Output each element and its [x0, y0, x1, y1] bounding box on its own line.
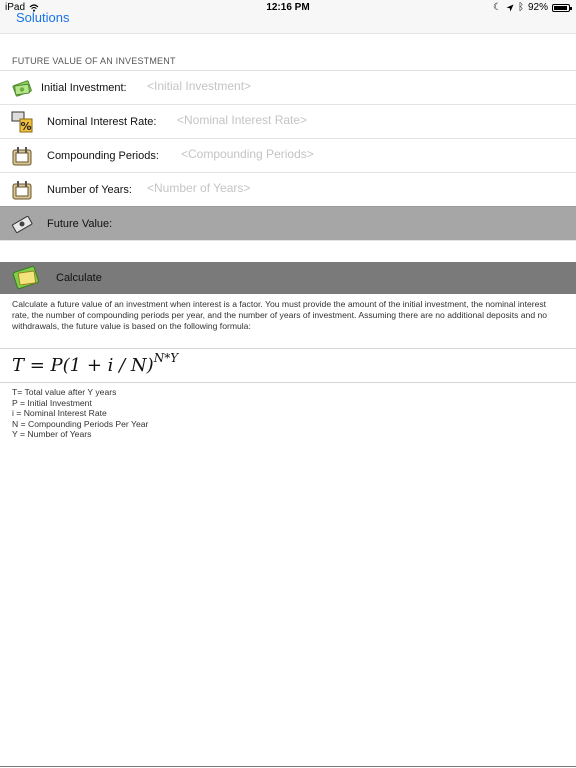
status-time: 12:16 PM	[266, 2, 310, 13]
percent-icon: %	[11, 111, 33, 133]
svg-text:%: %	[20, 120, 31, 133]
number-of-years-row: Number of Years:	[0, 172, 576, 206]
bottom-divider	[0, 766, 576, 767]
initial-investment-input[interactable]	[147, 79, 407, 93]
formula-main: T = P(1 + i / N)	[12, 355, 154, 376]
future-value-label: Future Value:	[47, 218, 113, 230]
interest-rate-label: Nominal Interest Rate:	[47, 116, 157, 128]
status-bar: iPad 12:16 PM ☾ ᛒ 92%	[0, 0, 576, 18]
calculate-button[interactable]: Calculate	[0, 262, 576, 294]
compounding-periods-row: Compounding Periods:	[0, 138, 576, 172]
compounding-periods-input[interactable]	[181, 147, 441, 161]
calendar-icon	[12, 181, 32, 200]
number-of-years-label: Number of Years:	[47, 184, 132, 196]
location-arrow-icon	[506, 4, 514, 11]
calendar-icon	[12, 147, 32, 166]
calculator-icon	[12, 266, 39, 289]
battery-percent: 92%	[527, 2, 548, 13]
calculate-label: Calculate	[56, 272, 102, 284]
cash-icon	[12, 215, 33, 233]
money-icon	[12, 80, 32, 97]
interest-rate-input[interactable]	[177, 113, 437, 127]
section-title: FUTURE VALUE OF AN INVESTMENT	[12, 56, 176, 66]
investment-form: Initial Investment: % Nominal Interest R…	[0, 70, 576, 267]
legend-item: Y = Number of Years	[12, 429, 92, 440]
interest-rate-row: % Nominal Interest Rate:	[0, 104, 576, 138]
number-of-years-input[interactable]	[147, 181, 407, 195]
legend-item: i = Nominal Interest Rate	[12, 408, 107, 419]
formula-exponent: N*Y	[153, 351, 179, 365]
battery-icon	[552, 3, 572, 12]
description-text: Calculate a future value of an investmen…	[12, 299, 548, 331]
legend-item: P = Initial Investment	[12, 397, 92, 408]
battery-fill	[554, 5, 567, 10]
formula-legend: T= Total value after Y years P = Initial…	[12, 387, 148, 440]
moon-icon: ☾	[493, 2, 502, 13]
compounding-periods-label: Compounding Periods:	[47, 150, 159, 162]
future-value-row: Future Value:	[0, 206, 576, 240]
bluetooth-icon: ᛒ	[517, 2, 524, 13]
formula-panel: T = P(1 + i / N)N*Y	[0, 348, 576, 383]
formula: T = P(1 + i / N)N*Y	[12, 351, 179, 376]
initial-investment-row: Initial Investment:	[0, 70, 576, 104]
legend-item: T= Total value after Y years	[12, 387, 117, 397]
initial-investment-label: Initial Investment:	[41, 82, 127, 94]
legend-item: N = Compounding Periods Per Year	[12, 418, 149, 429]
